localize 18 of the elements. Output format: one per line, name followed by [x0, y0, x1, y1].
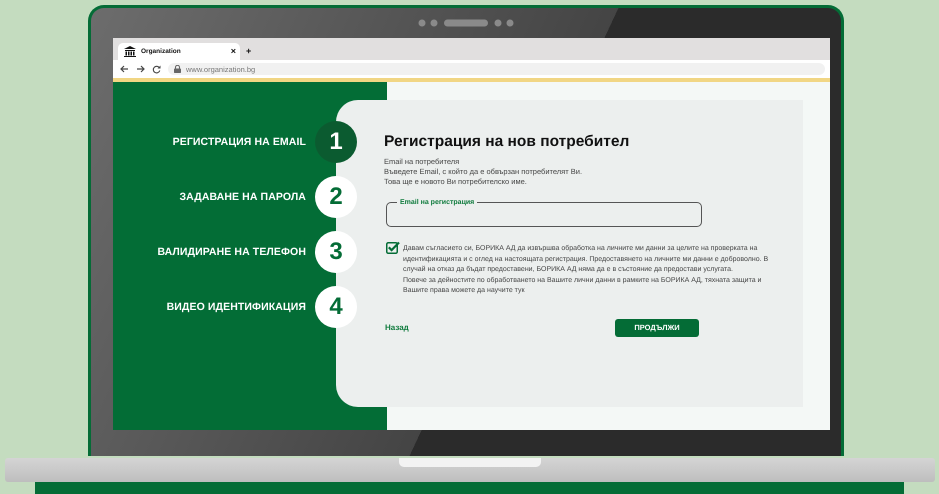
step-label: ВАЛИДИРАНЕ НА ТЕЛЕФОН [157, 246, 306, 258]
form-title: Регистрация на нов потребител [384, 132, 630, 152]
step-number: 4 [315, 286, 357, 328]
step-label: РЕГИСТРАЦИЯ НА EMAIL [172, 136, 306, 148]
step-label: ЗАДАВАНЕ НА ПАРОЛА [180, 191, 306, 203]
step-number: 3 [315, 231, 357, 273]
consent-checkbox[interactable] [386, 241, 400, 254]
step-label: ВИДЕО ИДЕНТИФИКАЦИЯ [166, 301, 306, 313]
forward-icon[interactable] [136, 65, 145, 73]
back-icon[interactable] [120, 65, 129, 73]
new-tab-button[interactable]: + [246, 47, 252, 56]
lock-icon [174, 65, 181, 73]
step-number: 2 [315, 176, 357, 218]
close-tab-button[interactable]: × [230, 47, 236, 56]
step-number: 1 [315, 121, 357, 163]
reload-icon[interactable] [152, 64, 161, 74]
bank-icon [124, 46, 136, 57]
back-link[interactable]: Назад [385, 323, 409, 332]
